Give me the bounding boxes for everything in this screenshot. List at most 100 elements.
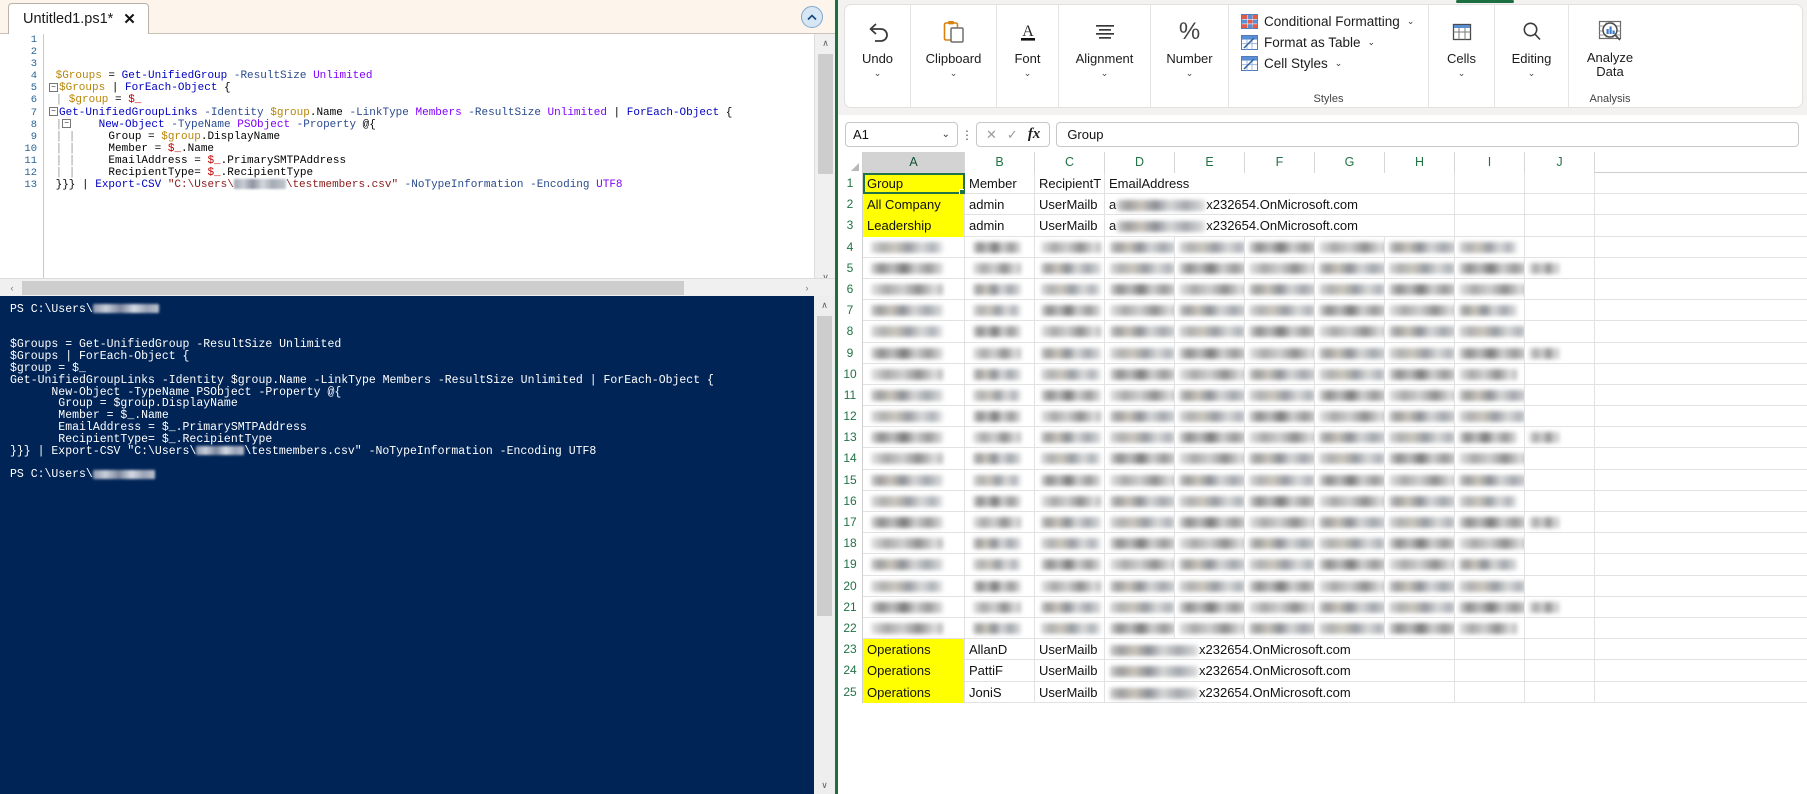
table-cell-empty[interactable] bbox=[1525, 660, 1595, 682]
table-cell-redacted[interactable] bbox=[1105, 448, 1175, 470]
table-cell-redacted[interactable] bbox=[1105, 278, 1175, 301]
table-cell-redacted[interactable] bbox=[1455, 617, 1525, 640]
table-cell-redacted[interactable] bbox=[965, 363, 1035, 385]
powershell-console-pane[interactable]: PS C:\Users\ $Groups = Get-UnifiedGroup … bbox=[0, 296, 835, 794]
table-cell-redacted[interactable] bbox=[1175, 384, 1245, 407]
table-cell-redacted[interactable] bbox=[1245, 448, 1315, 470]
table-cell-redacted[interactable] bbox=[1385, 554, 1455, 576]
ribbon-group-undo[interactable]: Undo ⌄ bbox=[845, 5, 911, 107]
table-cell-redacted[interactable] bbox=[1385, 321, 1455, 343]
table-cell-redacted[interactable] bbox=[1035, 406, 1105, 428]
table-cell-redacted[interactable] bbox=[965, 321, 1035, 343]
row-header[interactable]: 13 bbox=[838, 427, 863, 449]
table-cell-recipient-type[interactable]: RecipientT bbox=[1035, 173, 1105, 195]
ribbon-group-analysis[interactable]: Analyze Data Analysis bbox=[1569, 5, 1651, 107]
table-cell-redacted[interactable] bbox=[1455, 236, 1525, 258]
table-cell-redacted[interactable] bbox=[1315, 406, 1385, 428]
table-row[interactable]: 19 bbox=[838, 554, 1807, 576]
table-cell-redacted[interactable] bbox=[1525, 236, 1595, 258]
chevron-down-icon[interactable]: ⌄ bbox=[1101, 68, 1109, 79]
table-cell-redacted[interactable] bbox=[1315, 342, 1385, 364]
table-cell-redacted[interactable] bbox=[863, 427, 965, 449]
table-cell-redacted[interactable] bbox=[965, 236, 1035, 258]
table-cell-redacted[interactable] bbox=[1245, 596, 1315, 618]
table-cell-redacted[interactable] bbox=[1525, 427, 1595, 449]
table-cell-redacted[interactable] bbox=[1245, 554, 1315, 576]
table-cell-empty[interactable] bbox=[1385, 660, 1455, 682]
ribbon-group-editing[interactable]: Editing ⌄ bbox=[1495, 5, 1569, 107]
table-cell-redacted[interactable] bbox=[1385, 236, 1455, 258]
table-cell-redacted[interactable] bbox=[965, 257, 1035, 279]
table-cell-redacted[interactable] bbox=[1385, 512, 1455, 534]
table-row[interactable]: 16 bbox=[838, 490, 1807, 512]
table-row[interactable]: 6 bbox=[838, 278, 1807, 301]
table-cell-recipient-type[interactable]: UserMailb bbox=[1035, 681, 1105, 703]
chevron-down-icon[interactable]: ⌄ bbox=[1458, 68, 1466, 79]
table-cell-group[interactable]: Operations bbox=[863, 639, 965, 661]
table-cell-email-address[interactable]: x232654.OnMicrosoft.com bbox=[1105, 682, 1385, 703]
table-cell-redacted[interactable] bbox=[1385, 278, 1455, 301]
table-cell-redacted[interactable] bbox=[1105, 236, 1175, 258]
table-cell-redacted[interactable] bbox=[1385, 469, 1455, 491]
chevron-down-icon[interactable]: ⌄ bbox=[1186, 68, 1194, 79]
table-cell-redacted[interactable] bbox=[1245, 575, 1315, 597]
table-cell-redacted[interactable] bbox=[1245, 342, 1315, 364]
table-cell-redacted[interactable] bbox=[1385, 406, 1455, 428]
table-cell-redacted[interactable] bbox=[1385, 448, 1455, 470]
table-cell-redacted[interactable] bbox=[1385, 342, 1455, 364]
chevron-down-icon[interactable]: ⌄ bbox=[1368, 37, 1376, 48]
table-cell-redacted[interactable] bbox=[1175, 448, 1245, 470]
table-cell-redacted[interactable] bbox=[1315, 363, 1385, 385]
row-header[interactable]: 4 bbox=[838, 236, 863, 258]
table-cell-redacted[interactable] bbox=[1035, 575, 1105, 597]
editor-horizontal-scrollbar[interactable]: ‹ › bbox=[0, 278, 835, 296]
table-cell-redacted[interactable] bbox=[965, 617, 1035, 640]
table-cell-redacted[interactable] bbox=[863, 617, 965, 640]
table-cell-redacted[interactable] bbox=[1245, 490, 1315, 512]
scrollbar-thumb[interactable] bbox=[818, 54, 833, 174]
table-cell-empty[interactable] bbox=[1385, 681, 1455, 703]
row-header[interactable]: 21 bbox=[838, 596, 863, 618]
table-cell-redacted[interactable] bbox=[863, 342, 965, 364]
cell-styles-button[interactable]: Cell Styles ⌄ bbox=[1239, 55, 1344, 72]
chevron-down-icon[interactable]: ⌄ bbox=[942, 129, 950, 140]
table-cell-empty[interactable] bbox=[1525, 194, 1595, 216]
table-cell-recipient-type[interactable]: UserMailb bbox=[1035, 194, 1105, 216]
table-cell-redacted[interactable] bbox=[1245, 278, 1315, 301]
row-header[interactable]: 5 bbox=[838, 257, 863, 279]
table-row[interactable]: 22 bbox=[838, 617, 1807, 640]
table-cell-empty[interactable] bbox=[1455, 173, 1525, 195]
table-row[interactable]: 14 bbox=[838, 448, 1807, 470]
table-cell-redacted[interactable] bbox=[1525, 278, 1595, 301]
table-cell-redacted[interactable] bbox=[863, 490, 965, 512]
table-cell-redacted[interactable] bbox=[1245, 427, 1315, 449]
scroll-down-icon[interactable]: ∨ bbox=[814, 776, 835, 794]
table-cell-redacted[interactable] bbox=[1315, 384, 1385, 407]
table-cell-redacted[interactable] bbox=[1105, 575, 1175, 597]
fold-toggle-icon[interactable]: − bbox=[62, 119, 72, 129]
table-cell-redacted[interactable] bbox=[1455, 469, 1525, 491]
table-cell-empty[interactable] bbox=[1385, 194, 1455, 216]
table-cell-redacted[interactable] bbox=[1245, 406, 1315, 428]
column-header-j[interactable]: J bbox=[1525, 152, 1595, 173]
table-cell-redacted[interactable] bbox=[863, 406, 965, 428]
column-header-b[interactable]: B bbox=[965, 152, 1035, 173]
table-cell-redacted[interactable] bbox=[1105, 554, 1175, 576]
table-row[interactable]: 7 bbox=[838, 300, 1807, 322]
table-cell-redacted[interactable] bbox=[965, 342, 1035, 364]
table-cell-redacted[interactable] bbox=[1175, 321, 1245, 343]
table-cell-group[interactable]: Operations bbox=[863, 660, 965, 682]
table-cell-redacted[interactable] bbox=[1175, 533, 1245, 555]
table-cell-empty[interactable] bbox=[1385, 173, 1455, 195]
table-cell-redacted[interactable] bbox=[863, 257, 965, 279]
table-cell-redacted[interactable] bbox=[863, 321, 965, 343]
table-cell-redacted[interactable] bbox=[1455, 533, 1525, 555]
column-header-i[interactable]: I bbox=[1455, 152, 1525, 173]
table-cell-redacted[interactable] bbox=[1525, 406, 1595, 428]
chevron-down-icon[interactable]: ⌄ bbox=[1024, 68, 1032, 79]
table-cell-redacted[interactable] bbox=[1105, 512, 1175, 534]
table-cell-redacted[interactable] bbox=[1035, 512, 1105, 534]
table-cell-redacted[interactable] bbox=[1175, 617, 1245, 640]
table-cell-redacted[interactable] bbox=[1315, 321, 1385, 343]
table-row[interactable]: 3 Leadership admin UserMailb a x232654.OnMicr… bbox=[838, 215, 1807, 237]
